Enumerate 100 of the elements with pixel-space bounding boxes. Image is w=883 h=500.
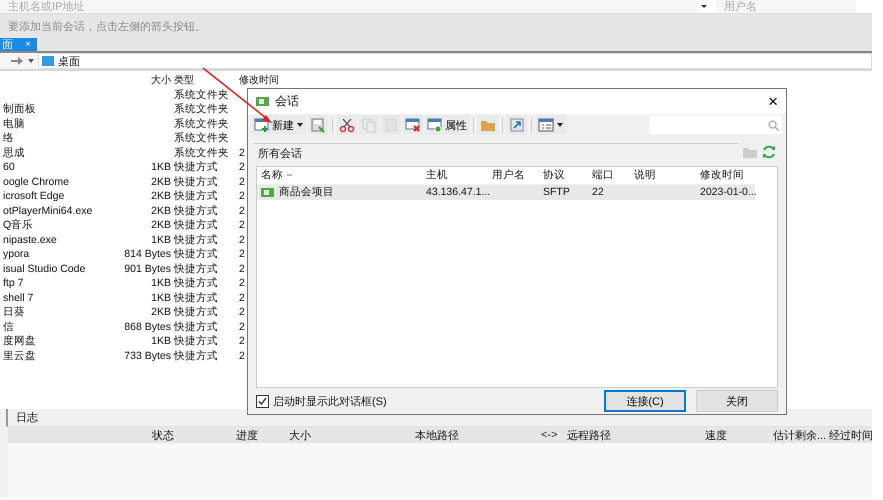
file-type: 快捷方式 (174, 320, 219, 334)
search-icon (768, 120, 779, 130)
caret-icon[interactable] (28, 59, 34, 63)
file-type: 快捷方式 (174, 292, 219, 305)
column-header[interactable]: <-> (541, 429, 567, 441)
toolbar-button[interactable] (403, 115, 423, 135)
properties-icon (427, 117, 443, 133)
delete-icon (405, 117, 421, 133)
column-header[interactable]: 本地路径 (415, 428, 541, 442)
scissors-icon (339, 117, 355, 133)
file-type: 快捷方式 (174, 306, 219, 320)
close-button[interactable]: 关闭 (696, 390, 778, 412)
file-type: 快捷方式 (174, 335, 219, 348)
folder-path: 所有会话 (254, 142, 738, 160)
column-header[interactable]: 状态 (152, 428, 236, 442)
arrow-icon[interactable] (10, 56, 24, 66)
file-size: 868 Bytes (123, 320, 171, 334)
file-date: 2 (239, 292, 245, 304)
hint-text: 要添加当前会话，点击左侧的箭头按钮。 (8, 20, 206, 34)
file-size: 2KB (150, 176, 171, 189)
column-header[interactable]: 类型 (174, 74, 194, 87)
column-header[interactable]: 进度 (236, 428, 289, 442)
file-name: isual Studio Code (2, 262, 86, 276)
file-name: 络 (2, 132, 15, 146)
file-name: nipaste.exe (2, 234, 58, 247)
file-size: 2KB (150, 306, 171, 320)
file-type: 系统文件夹 (174, 118, 230, 131)
toolbar-button[interactable] (308, 115, 328, 135)
properties-button[interactable]: 属性 (425, 115, 469, 135)
column-header[interactable]: 协议 (543, 169, 565, 182)
caret-icon[interactable] (700, 4, 708, 9)
file-date: 2 (239, 234, 245, 246)
file-date: 2 (239, 161, 245, 174)
file-date: 2 (239, 219, 245, 232)
column-header[interactable]: 经过时间 (829, 428, 873, 442)
file-size: 1KB (150, 335, 171, 348)
new-button[interactable]: 新建 (252, 115, 306, 135)
shortcut-icon (509, 117, 525, 133)
path-text: 桌面 (58, 54, 80, 68)
column-header[interactable]: 端口 (592, 169, 614, 182)
close-icon[interactable]: × (25, 39, 31, 50)
column-header[interactable]: 说明 (634, 169, 656, 182)
file-type: 快捷方式 (174, 176, 219, 189)
column-header[interactable]: 远程路径 (567, 428, 705, 442)
username-field[interactable]: 用户名 (716, 0, 856, 13)
file-type: 系统文件夹 (174, 103, 230, 116)
table-cell: 2023-01-0... (700, 186, 757, 199)
file-type: 系统文件夹 (174, 88, 230, 102)
sort-icon (287, 174, 292, 177)
column-header[interactable]: 用户名 (492, 169, 525, 182)
refresh-icon[interactable] (762, 144, 776, 158)
table-cell-text: 43.136.47.1... (426, 186, 492, 199)
file-date: 2 (239, 277, 245, 290)
caret-icon (556, 122, 564, 128)
file-size: 2KB (150, 190, 171, 204)
file-name: 里云盘 (2, 350, 37, 363)
column-header[interactable]: 修改时间 (700, 169, 744, 182)
file-size: 2KB (150, 204, 171, 218)
column-header[interactable]: 修改时间 (239, 74, 279, 87)
table-cell-text: SFTP (543, 186, 571, 199)
file-size: 1KB (150, 292, 171, 305)
tab[interactable]: 面 × (0, 38, 37, 51)
session-row[interactable]: 商品会项目 43.136.47.1... SFTP 22 2023-01-0... (257, 185, 755, 200)
checkbox[interactable] (256, 394, 269, 408)
file-name: icrosoft Edge (2, 190, 66, 204)
column-header[interactable]: 大小 (151, 74, 171, 87)
file-date: 2 (239, 248, 245, 260)
file-type: 快捷方式 (174, 219, 219, 232)
file-name: shell 7 (2, 292, 34, 305)
file-name: ypora (2, 248, 30, 262)
file-type: 快捷方式 (174, 204, 219, 218)
column-header[interactable]: 速度 (705, 428, 773, 442)
toolbar-button[interactable] (536, 115, 566, 135)
column-header[interactable]: 名称 (261, 169, 292, 182)
column-header[interactable]: 估计剩余... (773, 428, 829, 442)
file-name: 信 (2, 320, 15, 334)
file-date: 2 (239, 335, 245, 348)
save-icon (310, 117, 326, 133)
connect-button[interactable]: 连接(C) (604, 390, 686, 412)
column-header[interactable]: 主机 (426, 169, 448, 182)
file-name: 思成 (2, 146, 26, 160)
log-tab[interactable]: 日志 (16, 410, 38, 425)
close-button[interactable]: × (768, 93, 778, 110)
file-name: 电脑 (2, 118, 26, 131)
toolbar-button[interactable] (337, 115, 357, 135)
file-name: 制面板 (2, 103, 37, 116)
path-field[interactable]: 桌面 (38, 53, 872, 69)
file-size: 901 Bytes (123, 262, 171, 276)
toolbar-button[interactable] (507, 115, 527, 135)
copy-icon (361, 117, 377, 133)
file-type: 快捷方式 (174, 350, 219, 363)
search-field[interactable] (649, 116, 782, 134)
file-type: 快捷方式 (174, 234, 219, 247)
file-name: Q音乐 (2, 219, 34, 232)
file-type: 系统文件夹 (174, 146, 230, 160)
caret-icon (296, 122, 304, 128)
file-date: 2 (239, 320, 245, 333)
table-cell-text: 22 (592, 186, 605, 199)
host-field[interactable]: 主机名或IP地址 (0, 0, 700, 13)
column-header[interactable]: 大小 (289, 428, 415, 442)
